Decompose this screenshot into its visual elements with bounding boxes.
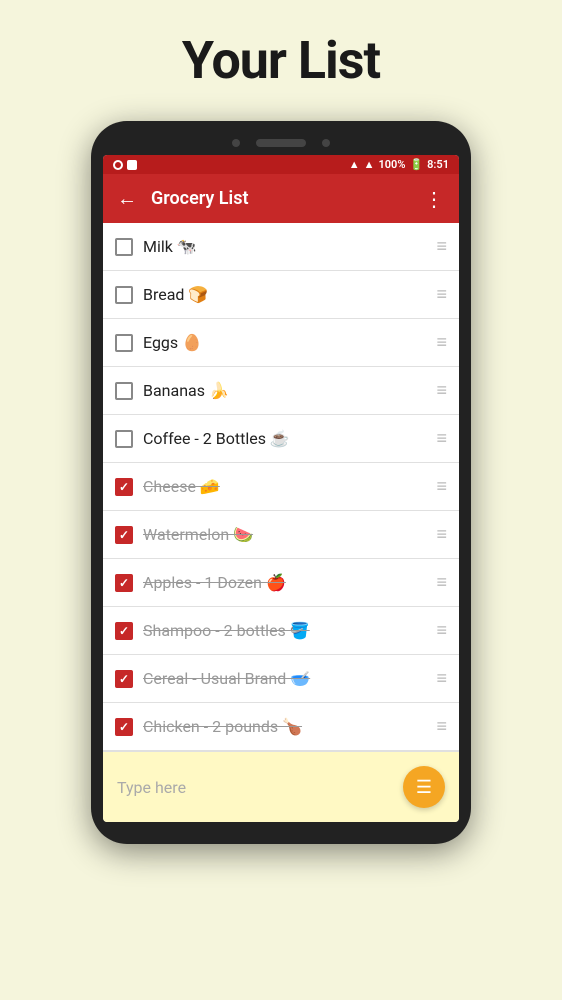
signal-icon: ▲ [364,158,375,171]
sim-icon [127,160,137,170]
checkbox-item-8[interactable] [115,574,133,592]
add-button[interactable]: ☰ [403,766,445,808]
item-text-1: Milk 🐄 [143,237,426,256]
page-title: Your List [182,30,380,91]
battery-icon: 🔋 [409,158,423,171]
list-item: Bread 🍞 ≡ [103,271,459,319]
back-button[interactable]: ← [117,186,137,211]
checkbox-item-11[interactable] [115,718,133,736]
wifi-icon: ▲ [349,158,360,171]
item-text-3: Eggs 🥚 [143,333,426,352]
checkbox-item-5[interactable] [115,430,133,448]
item-text-11: Chicken - 2 pounds 🍗 [143,717,426,736]
item-text-7: Watermelon 🍉 [143,525,426,544]
list-item: Eggs 🥚 ≡ [103,319,459,367]
item-text-10: Cereal - Usual Brand 🥣 [143,669,426,688]
list-item: Milk 🐄 ≡ [103,223,459,271]
drag-handle-10[interactable]: ≡ [436,668,447,689]
list-item: Coffee - 2 Bottles ☕ ≡ [103,415,459,463]
list-item: Cereal - Usual Brand 🥣 ≡ [103,655,459,703]
item-text-9: Shampoo - 2 bottles 🪣 [143,621,426,640]
app-bar: ← Grocery List ⋮ [103,174,459,223]
checkbox-item-1[interactable] [115,238,133,256]
checkbox-item-7[interactable] [115,526,133,544]
phone-bottom-bar [103,822,459,832]
app-bar-title: Grocery List [151,188,410,209]
checkbox-item-10[interactable] [115,670,133,688]
item-text-2: Bread 🍞 [143,285,426,304]
drag-handle-6[interactable]: ≡ [436,476,447,497]
drag-handle-7[interactable]: ≡ [436,524,447,545]
grocery-list: Milk 🐄≡Bread 🍞≡Eggs 🥚≡Bananas 🍌≡Coffee -… [103,223,459,751]
drag-handle-5[interactable]: ≡ [436,428,447,449]
checkbox-item-9[interactable] [115,622,133,640]
checkbox-item-3[interactable] [115,334,133,352]
battery-pct: 100% [378,158,405,171]
checkbox-item-6[interactable] [115,478,133,496]
drag-handle-4[interactable]: ≡ [436,380,447,401]
camera [232,139,240,147]
item-text-8: Apples - 1 Dozen 🍎 [143,573,426,592]
status-right: ▲ ▲ 100% 🔋 8:51 [349,158,449,171]
more-button[interactable]: ⋮ [424,187,445,211]
checkbox-item-4[interactable] [115,382,133,400]
drag-handle-1[interactable]: ≡ [436,236,447,257]
list-item: Bananas 🍌 ≡ [103,367,459,415]
input-placeholder[interactable]: Type here [117,778,403,797]
drag-handle-2[interactable]: ≡ [436,284,447,305]
list-item: Chicken - 2 pounds 🍗 ≡ [103,703,459,751]
list-item: Watermelon 🍉 ≡ [103,511,459,559]
phone-frame: ▲ ▲ 100% 🔋 8:51 ← Grocery List ⋮ Milk 🐄 ≡… [91,121,471,844]
phone-top-bar [103,133,459,155]
list-item: Shampoo - 2 bottles 🪣 ≡ [103,607,459,655]
drag-handle-9[interactable]: ≡ [436,620,447,641]
drag-handle-11[interactable]: ≡ [436,716,447,737]
camera2 [322,139,330,147]
drag-handle-3[interactable]: ≡ [436,332,447,353]
item-text-6: Cheese 🧀 [143,477,426,496]
notification-icon [113,160,123,170]
item-text-5: Coffee - 2 Bottles ☕ [143,429,426,448]
checkbox-item-2[interactable] [115,286,133,304]
add-icon: ☰ [416,777,432,798]
status-bar: ▲ ▲ 100% 🔋 8:51 [103,155,459,174]
status-left [113,160,137,170]
drag-handle-8[interactable]: ≡ [436,572,447,593]
item-text-4: Bananas 🍌 [143,381,426,400]
list-item: Cheese 🧀 ≡ [103,463,459,511]
list-item: Apples - 1 Dozen 🍎 ≡ [103,559,459,607]
speaker [256,139,306,147]
input-bar: Type here ☰ [103,751,459,822]
phone-screen: ▲ ▲ 100% 🔋 8:51 ← Grocery List ⋮ Milk 🐄 ≡… [103,155,459,822]
clock: 8:51 [427,158,449,171]
